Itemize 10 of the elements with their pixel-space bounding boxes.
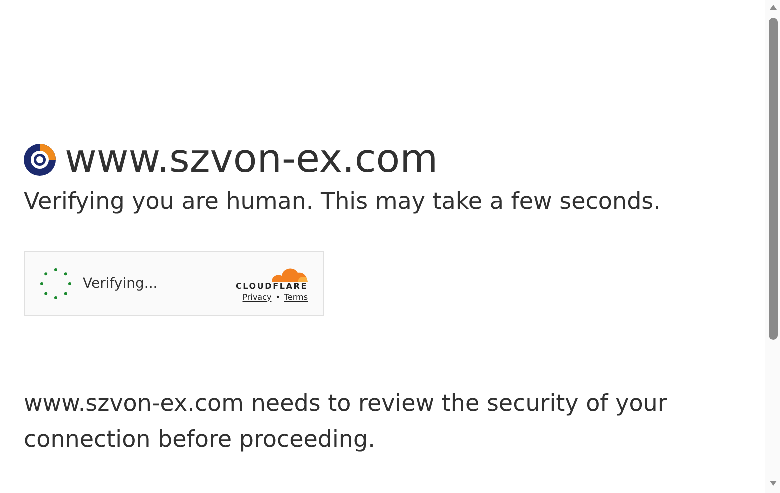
brand-name: CLOUDFLARE — [236, 282, 308, 292]
link-separator: • — [276, 292, 280, 304]
security-message: www.szvon-ex.com needs to review the security of your connection before proceeding. — [24, 390, 668, 455]
verification-subtitle: Verifying you are human. This may take a few seconds. — [24, 188, 662, 217]
terms-link[interactable]: Terms — [284, 292, 308, 304]
verification-status: Verifying... — [83, 276, 159, 292]
spinner-icon — [40, 268, 72, 300]
site-domain: www.szvon-ex.com — [65, 138, 438, 182]
site-logo-icon — [24, 144, 56, 176]
privacy-link[interactable]: Privacy — [242, 292, 272, 304]
